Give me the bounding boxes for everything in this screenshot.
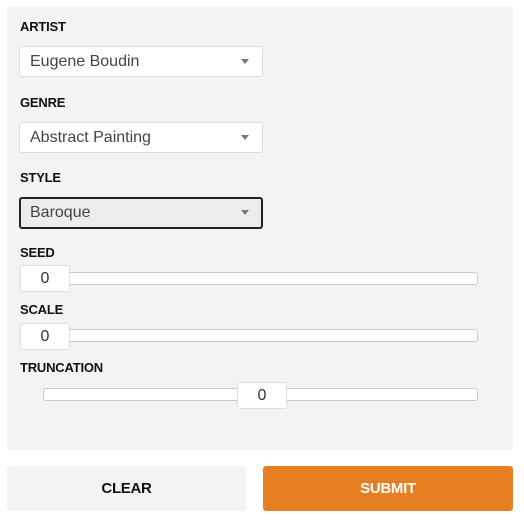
artist-label: ARTIST: [20, 19, 66, 34]
chevron-down-icon: [241, 59, 249, 64]
genre-label: GENRE: [20, 95, 66, 110]
clear-button[interactable]: CLEAR: [7, 466, 246, 511]
chevron-down-icon: [241, 210, 249, 215]
style-label: STYLE: [20, 170, 61, 185]
artist-select[interactable]: Eugene Boudin: [19, 46, 263, 77]
chevron-down-icon: [241, 135, 249, 140]
scale-slider-track[interactable]: [20, 329, 478, 342]
genre-select-value: Abstract Painting: [30, 129, 151, 146]
style-select[interactable]: Baroque: [19, 197, 263, 229]
seed-label: SEED: [20, 245, 55, 260]
submit-button[interactable]: SUBMIT: [263, 466, 513, 511]
style-select-value: Baroque: [30, 204, 91, 221]
seed-slider-handle[interactable]: 0: [20, 265, 70, 292]
seed-slider-track[interactable]: [20, 272, 478, 285]
scale-slider-handle[interactable]: 0: [20, 323, 70, 350]
truncation-label: TRUNCATION: [20, 360, 103, 375]
scale-label: SCALE: [20, 302, 64, 317]
genre-select[interactable]: Abstract Painting: [19, 122, 263, 153]
artist-select-value: Eugene Boudin: [30, 53, 140, 70]
truncation-slider-handle[interactable]: 0: [237, 382, 287, 409]
